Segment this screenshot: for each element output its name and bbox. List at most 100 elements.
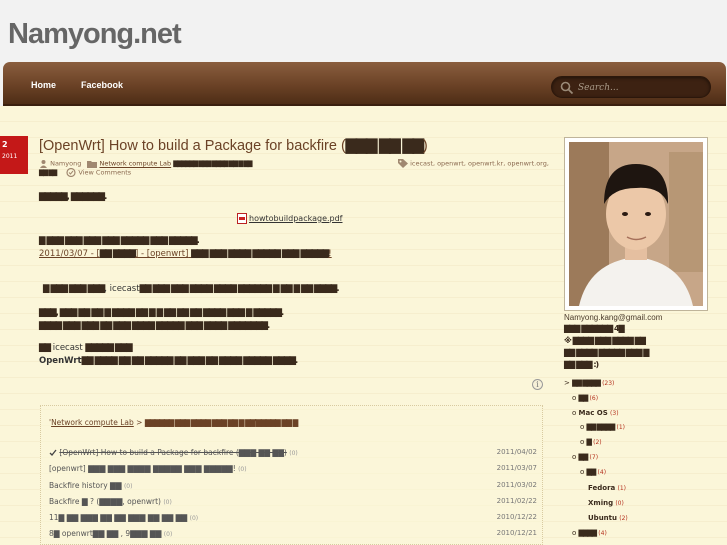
category-count: (6)	[589, 395, 599, 402]
category-item[interactable]: o ▇ (2)	[580, 438, 602, 446]
post-greeting: ▇▇▇▇▇, ▇▇▇▇▇▇.	[39, 192, 107, 202]
file-attachment-link[interactable]: howtobuildpackage.pdf	[237, 213, 343, 224]
related-row-title: [openwrt] ▇▇▇ ▇▇▇ ▇▇▇▇ ▇▇▇▇▇ ▇▇▇ ▇▇▇▇▇!	[49, 464, 236, 473]
category-label: Xming	[588, 499, 614, 507]
related-row[interactable]: Backfire history ▇▇ (0) 2011/03/02	[49, 481, 537, 495]
main-content: 2 2011 [OpenWrt] How to build a Package …	[0, 106, 727, 545]
related-row-count: (0)	[163, 531, 173, 538]
ref-link-ko1: ▇▇ ▇▇▇▇	[99, 249, 136, 259]
date-day: 2	[2, 140, 8, 149]
user-icon	[40, 160, 47, 168]
category-label: ▇▇ ▇▇▇▇	[572, 379, 601, 387]
site-title[interactable]: Namyong.net	[8, 18, 182, 51]
search-input[interactable]	[578, 80, 706, 96]
ref-link-mid: ] - [openwrt]	[134, 249, 189, 259]
post-para3: ▇▇▇, ▇▇▇ ▇▇ ▇▇ ▇ ▇▇▇▇ ▇▇ ▇ ▇ ▇▇ ▇▇ ▇▇ ▇▇…	[39, 308, 284, 318]
search-box	[551, 76, 711, 98]
related-row-title: Backfire history ▇▇	[49, 481, 122, 490]
category-label: Fedora	[588, 484, 616, 492]
category-count: (1)	[616, 424, 626, 431]
related-row-date: 2011/02/22	[496, 497, 537, 505]
category-count: (4)	[598, 530, 607, 537]
category-count: (2)	[619, 515, 628, 522]
category-item[interactable]: o ▇▇▇▇ (4)	[572, 529, 607, 537]
ref-link-date: 2011/03/07 - [	[39, 249, 100, 259]
post-author[interactable]: Namyong	[50, 160, 81, 168]
category-count: (4)	[597, 469, 607, 476]
post-para5-ko: ▇▇	[39, 343, 51, 353]
category-count: (1)	[617, 485, 626, 492]
post-para2-ko: ▇ ▇▇▇ ▇▇▇ ▇▇▇	[43, 284, 105, 294]
post-title-end: )	[422, 138, 428, 154]
category-item[interactable]: Xming (0)	[588, 499, 624, 507]
avatar[interactable]	[569, 142, 703, 306]
related-row-title: 8▇ openwrt▇▇ ▇▇ , 9▇▇▇ ▇▇	[49, 529, 162, 538]
post-category[interactable]: Network compute Lab	[99, 160, 171, 168]
date-badge: 2 2011	[0, 136, 28, 174]
nav-facebook[interactable]: Facebook	[81, 80, 123, 90]
related-row[interactable]: 11▇ ▇▇ ▇▇▇ ▇▇ ▇▇ ▇▇▇ ▇▇ ▇▇ ▇▇ (0) 2010/1…	[49, 513, 537, 527]
profile-bio-line: ▇▇▇ ▇▇▇▇▇▇ 4▇	[564, 324, 625, 333]
post-tags-text[interactable]: icecast, openwrt, openwrt.kr, openwrt.or…	[410, 160, 549, 168]
post-title-en: [OpenWrt] How to build a Package for bac…	[39, 138, 346, 154]
post-title-ko: ▇▇▇ ▇▇ ▇▇	[345, 138, 424, 154]
category-count: (0)	[615, 500, 624, 507]
profile-bio-line: ▇▇ ▇▇▇▇ ▇▇▇▇▇ ▇▇▇ ▇	[564, 348, 649, 357]
view-comments-link[interactable]: View Comments	[78, 169, 131, 177]
related-posts: 'Network compute Lab > ▇▇▇▇▇▇ ▇▇▇ ▇▇▇▇ ▇…	[40, 405, 543, 545]
related-row-count: (0)	[123, 483, 133, 490]
profile-photo-frame	[564, 137, 708, 311]
post-title[interactable]: [OpenWrt] How to build a Package for bac…	[39, 138, 428, 154]
reference-link[interactable]: 2011/03/07 - [▇▇ ▇▇▇▇] - [openwrt] ▇▇▇ ▇…	[39, 249, 332, 259]
category-count: (7)	[589, 454, 599, 461]
related-row[interactable]: [openwrt] ▇▇▇ ▇▇▇ ▇▇▇▇ ▇▇▇▇▇ ▇▇▇ ▇▇▇▇▇! …	[49, 464, 537, 478]
category-label: ▇▇	[578, 394, 589, 402]
profile-email[interactable]: Namyong.kang@gmail.com	[564, 313, 662, 322]
ref-link-end: !	[328, 249, 332, 259]
pdf-icon	[237, 213, 247, 224]
post-para4: ▇▇▇▇ ▇▇▇ ▇▇▇ ▇▇ ▇▇▇ ▇▇▇▇ ▇▇▇▇▇ ▇▇▇ ▇▇▇▇ …	[39, 321, 270, 331]
category-label: ▇▇	[586, 468, 597, 476]
category-count: (2)	[593, 439, 602, 446]
category-item[interactable]: o ▇▇ (7)	[572, 453, 598, 461]
post-meta-line1: Namyong Network compute Lab ▇▇▇▇▇▇ ▇▇▇ ▇…	[39, 159, 253, 168]
folder-icon	[87, 161, 98, 168]
navbar: Home Facebook	[3, 62, 726, 106]
related-row[interactable]: [OpenWrt] How to build a Package for bac…	[49, 448, 537, 462]
post-category-ko: ▇▇▇▇▇▇ ▇▇▇ ▇▇▇▇ ▇▇ ▇ ▇▇	[173, 159, 252, 168]
category-label: ▇	[586, 438, 592, 446]
profile-bio-line: ※ ▇▇▇▇ ▇▇▇ ▇▇▇▇ ▇▇	[564, 336, 646, 345]
category-item[interactable]: Ubuntu (2)	[588, 514, 628, 522]
related-heading[interactable]: 'Network compute Lab > ▇▇▇▇▇▇ ▇▇▇ ▇▇▇▇ ▇…	[49, 418, 298, 427]
category-item[interactable]: o ▇▇ ▇▇▇▇ (1)	[580, 423, 625, 431]
post-para2-ko2: ▇▇ ▇▇▇ ▇▇▇ ▇▇▇▇ ▇▇▇▇ ▇▇▇▇▇▇ ▇ ▇▇ ▇ ▇▇ ▇▇…	[139, 284, 340, 294]
ref-link-ko2: ▇▇▇ ▇▇▇ ▇▇▇▇ ▇▇▇▇▇ ▇▇▇ ▇▇▇▇▇	[191, 249, 329, 259]
post-para5: ▇▇ icecast ▇▇▇▇▇ ▇▇▇	[39, 343, 133, 353]
category-item[interactable]: o Mac OS (3)	[572, 409, 619, 417]
post-para6: OpenWrt▇▇ ▇▇▇▇ ▇▇ ▇▇ ▇▇▇▇▇ ▇▇ ▇▇▇ ▇▇ ▇▇▇…	[39, 356, 298, 366]
category-label: ▇▇	[578, 453, 589, 461]
related-row-count: (0)	[289, 450, 298, 457]
related-row-date: 2011/03/02	[496, 481, 537, 489]
info-icon[interactable]: i	[532, 379, 543, 390]
category-item[interactable]: Fedora (1)	[588, 484, 626, 492]
file-name: howtobuildpackage.pdf	[249, 214, 343, 223]
category-item[interactable]: o ▇▇ (6)	[572, 394, 598, 402]
category-item[interactable]: o ▇▇ (4)	[580, 468, 606, 476]
category-item[interactable]: > ▇▇ ▇▇▇▇ (23)	[564, 379, 614, 387]
comment-icon	[66, 168, 76, 177]
related-row[interactable]: 8▇ openwrt▇▇ ▇▇ , 9▇▇▇ ▇▇ (0) 2010/12/21	[49, 529, 537, 543]
nav-home[interactable]: Home	[31, 80, 56, 90]
date-year: 2011	[2, 153, 18, 160]
category-count: (23)	[602, 380, 615, 387]
post-para5-en: icecast	[52, 343, 83, 353]
profile-bio-line: ▇▇ ▇▇▇ :)	[564, 360, 599, 369]
related-category: Network compute Lab	[51, 418, 134, 427]
category-count: (3)	[610, 410, 619, 417]
post-para2: ▇ ▇▇▇ ▇▇▇ ▇▇▇, icecast▇▇ ▇▇▇ ▇▇▇ ▇▇▇▇ ▇▇…	[43, 284, 340, 294]
post-tags-ko: ▇▇ ▇▇	[39, 168, 57, 177]
search-icon[interactable]	[560, 81, 574, 95]
related-row[interactable]: Backfire ▇ ? (▇▇▇▇, openwrt) (0) 2011/02…	[49, 497, 537, 511]
related-row-title: [OpenWrt] How to build a Package for bac…	[59, 448, 287, 457]
related-row-date: 2011/03/07	[496, 464, 537, 472]
